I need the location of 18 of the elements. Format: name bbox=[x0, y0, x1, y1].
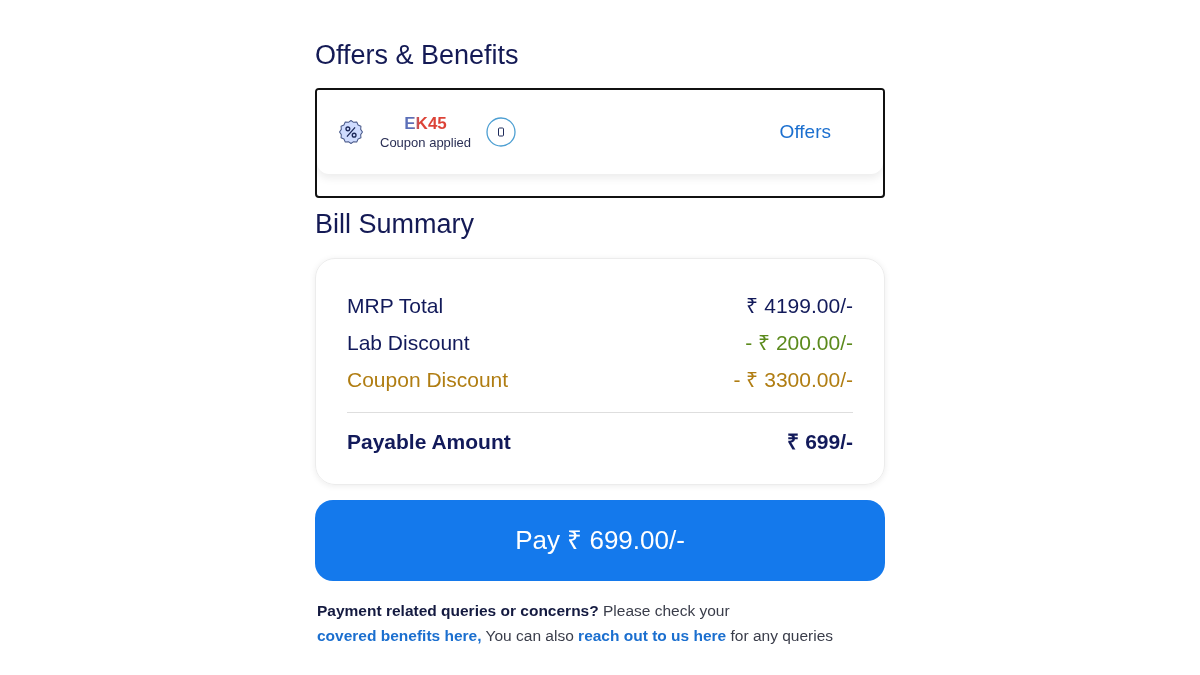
section-title: Offers & Benefits bbox=[315, 39, 519, 72]
coupon-status: Coupon applied bbox=[380, 133, 472, 151]
phone-circle-icon[interactable] bbox=[486, 117, 517, 147]
payable-amount: ₹ 699/- bbox=[787, 429, 853, 456]
help-text: Payment related queries or concerns? Please check your covered benefits here, You can also reach out to us here for any queries bbox=[317, 601, 835, 646]
section-title: Bill Summary bbox=[315, 208, 475, 241]
pay-button[interactable]: Pay ₹ 699.00/- bbox=[315, 500, 885, 581]
offers-link[interactable]: Offers bbox=[779, 117, 831, 147]
bill-amount: - ₹ 3300.00/- bbox=[733, 366, 853, 393]
bill-label: Lab Discount bbox=[347, 329, 470, 356]
bill-label: Coupon Discount bbox=[347, 366, 509, 393]
help-link[interactable]: covered benefits here, bbox=[317, 627, 482, 644]
help-link[interactable]: reach out to us here bbox=[578, 627, 727, 644]
payable-label: Payable Amount bbox=[347, 429, 511, 456]
percent-badge-icon bbox=[339, 120, 363, 144]
bill-amount: ₹ 4199.00/- bbox=[746, 292, 853, 319]
bill-label: MRP Total bbox=[347, 292, 444, 319]
bill-amount: - ₹ 200.00/- bbox=[745, 329, 853, 356]
